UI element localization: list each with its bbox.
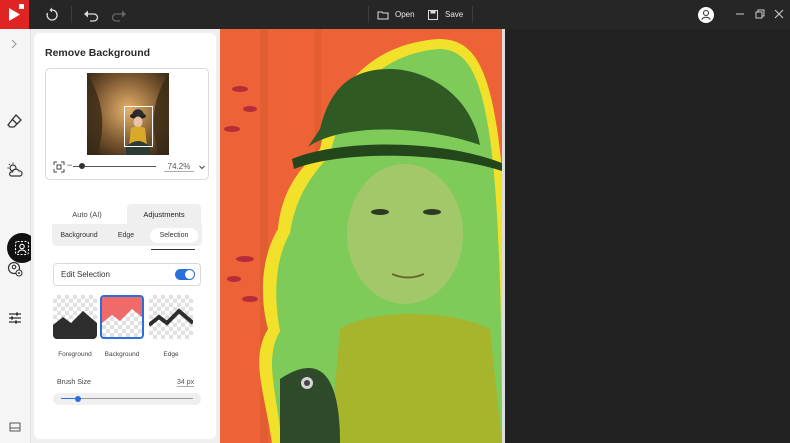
chevron-down-icon[interactable] [198,163,206,171]
brush-size-slider[interactable] [53,393,201,405]
zoom-out-icon[interactable]: − [67,160,72,170]
compare-divider[interactable] [502,29,505,443]
gallery-icon[interactable] [8,420,22,434]
close-icon[interactable] [772,7,786,21]
toolbar-separator [472,6,473,23]
edit-selection-label: Edit Selection [61,270,110,279]
adjust-sliders-icon[interactable] [6,309,24,327]
redo-icon[interactable] [110,6,128,24]
edge-label: Edge [163,351,179,358]
edit-selection-row: Edit Selection [53,263,201,286]
toggle-knob [185,270,194,279]
foreground-mountain-icon [53,311,97,339]
background-label: Background [104,351,140,358]
open-label: Open [395,10,415,19]
account-icon[interactable] [697,6,715,24]
expand-chevron-icon[interactable] [7,37,21,51]
save-label: Save [445,10,464,19]
preview-viewport-frame[interactable] [124,106,153,147]
tab-auto-ai[interactable]: Auto (AI) [52,204,122,224]
panel-card: Remove Background − 74.2% Auto (AI) Adju… [34,33,216,439]
preview-thumbnail[interactable] [87,73,169,155]
title-bar: Open Save [0,0,790,29]
remove-bg-icon [14,240,30,256]
edit-selection-toggle[interactable] [175,269,195,280]
undo-icon[interactable] [82,6,100,24]
weather-icon[interactable] [6,161,24,179]
open-button[interactable]: Open [377,5,415,24]
brush-mode-foreground[interactable] [53,295,97,339]
folder-open-icon [377,11,389,19]
subtab-background[interactable]: Background [54,228,104,243]
zoom-control: − 74.2% [52,160,205,174]
edited-photo [220,29,502,443]
zoom-slider[interactable] [73,166,156,167]
brush-size-value[interactable]: 34 px [177,379,195,387]
edge-line-icon [149,308,193,327]
save-icon [428,9,438,20]
brush-size-label: Brush Size [57,379,91,386]
image-canvas[interactable] [220,29,790,443]
brush-mode-background[interactable] [100,295,144,339]
foreground-label: Foreground [58,351,92,358]
reset-icon[interactable] [43,6,61,24]
background-mountain-icon [102,297,142,323]
toolbar-separator [368,6,369,23]
tab-adjustments[interactable]: Adjustments [127,204,201,224]
subtab-selection[interactable]: Selection [150,228,198,243]
remove-background-panel: Remove Background − 74.2% Auto (AI) Adju… [31,29,220,443]
restore-icon[interactable] [753,7,767,21]
eraser-icon[interactable] [6,112,24,130]
face-swap-icon[interactable] [6,260,24,278]
app-logo-icon [0,0,29,29]
subtab-active-indicator [151,249,195,250]
brush-slider-knob[interactable] [75,396,81,402]
mode-tabs: Auto (AI) Adjustments [52,204,202,224]
panel-title: Remove Background [45,47,151,59]
adjustment-subtabs: Background Edge Selection [52,224,202,246]
toolbar-separator [71,6,72,23]
save-button[interactable]: Save [427,5,463,24]
minimize-icon[interactable] [733,7,747,21]
zoom-slider-knob[interactable] [79,163,85,169]
tool-rail [0,29,37,443]
zoom-value[interactable]: 74.2% [164,162,194,172]
brush-mode-edge[interactable] [149,295,193,339]
fit-screen-icon[interactable] [52,160,66,174]
preview-navigator: − 74.2% [45,68,209,180]
subtab-edge[interactable]: Edge [112,228,140,243]
